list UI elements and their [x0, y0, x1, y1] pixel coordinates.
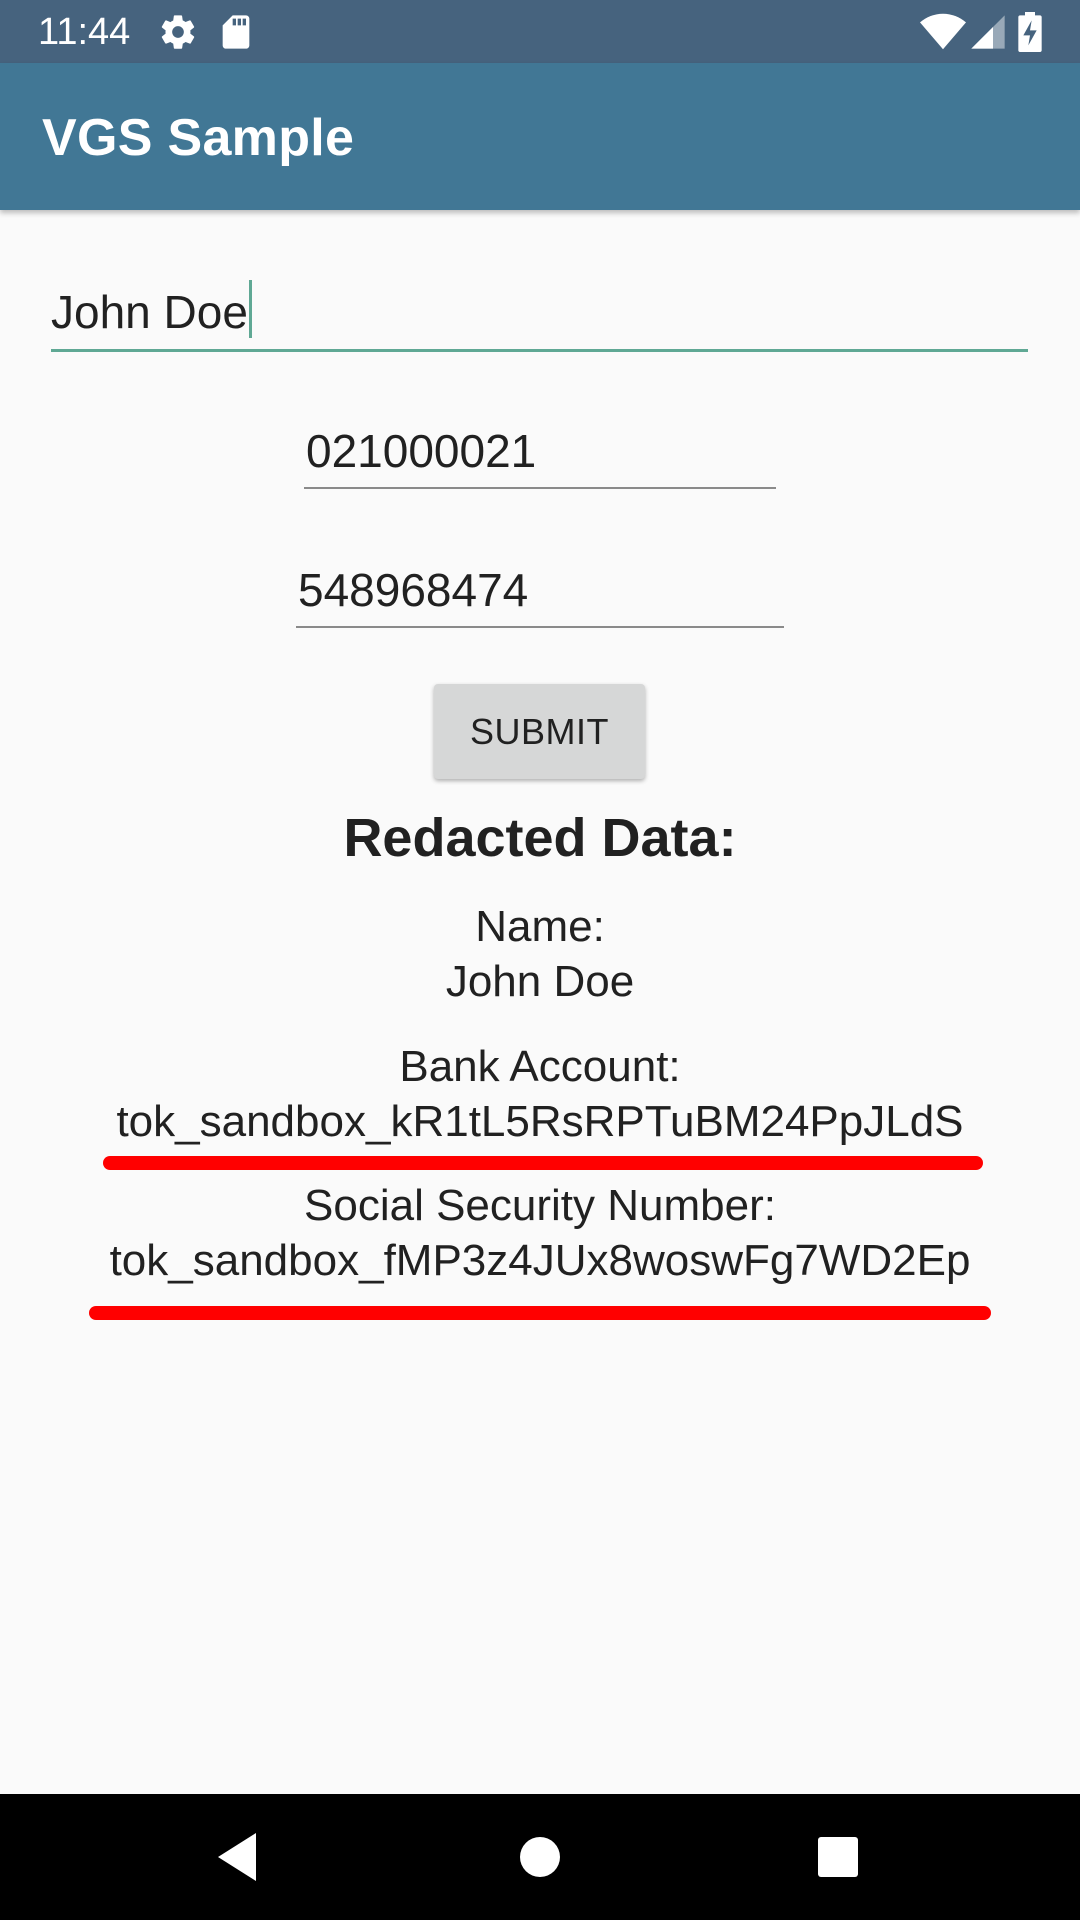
name-input[interactable]: John Doe — [51, 272, 1028, 352]
home-icon[interactable] — [510, 1827, 570, 1887]
signal-icon — [968, 12, 1008, 52]
bank-account-label: Bank Account: — [399, 1042, 681, 1091]
status-bar: 11:44 — [0, 0, 1080, 63]
navigation-bar — [0, 1794, 1080, 1920]
status-time: 11:44 — [38, 11, 131, 53]
routing-number-input[interactable]: 021000021 — [304, 419, 776, 489]
account-number-value: 548968474 — [298, 564, 529, 616]
text-cursor — [248, 280, 252, 338]
name-input-value: John Doe — [51, 280, 252, 340]
bank-account-token: tok_sandbox_kR1tL5RsRPTuBM24PpJLdS — [116, 1097, 964, 1146]
ssn-label: Social Security Number: — [304, 1181, 776, 1230]
wifi-icon — [920, 12, 966, 52]
account-number-input[interactable]: 548968474 — [296, 558, 784, 628]
redacted-data-title: Redacted Data: — [343, 808, 737, 868]
name-value: John Doe — [445, 957, 635, 1006]
battery-charging-icon — [1016, 12, 1044, 52]
recents-icon[interactable] — [808, 1827, 868, 1887]
name-label: Name: — [475, 902, 605, 951]
name-input-text: John Doe — [51, 286, 248, 338]
routing-number-value: 021000021 — [306, 425, 537, 477]
bank-token-red-underline — [103, 1156, 983, 1170]
back-icon[interactable] — [208, 1827, 268, 1887]
ssn-token-red-underline — [89, 1306, 991, 1320]
gear-icon — [158, 12, 198, 52]
app-title: VGS Sample — [42, 109, 355, 167]
sd-card-icon — [216, 12, 256, 52]
app-bar: VGS Sample — [0, 63, 1080, 210]
submit-button[interactable]: SUBMIT — [434, 684, 645, 779]
ssn-token: tok_sandbox_fMP3z4JUx8woswFg7WD2Ep — [109, 1236, 971, 1285]
